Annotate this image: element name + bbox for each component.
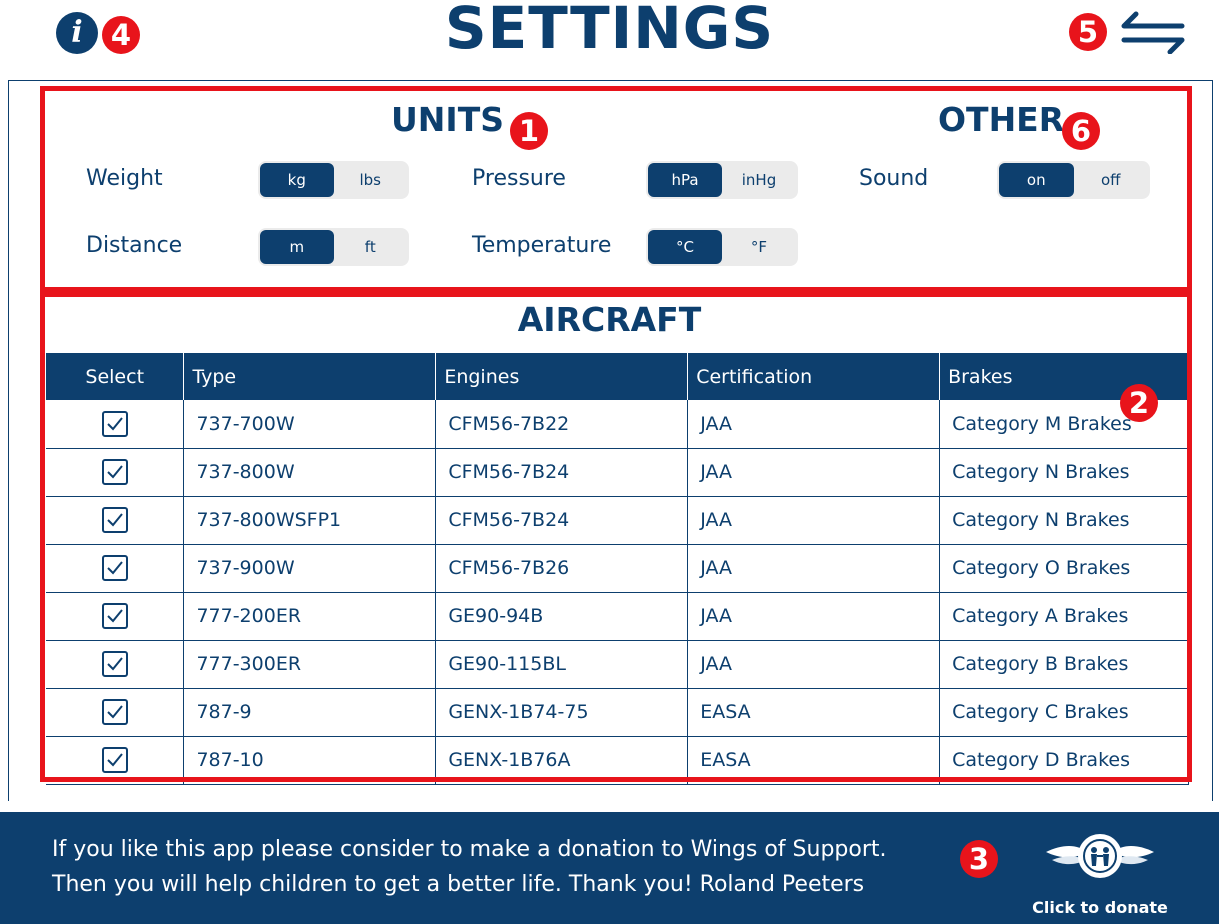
donate-button[interactable]: Click to donate (1030, 816, 1170, 922)
donate-label: Click to donate (1032, 898, 1168, 917)
temperature-option-celsius[interactable]: °C (648, 230, 722, 264)
temperature-segmented-control: °C °F (646, 228, 798, 266)
sound-option-on[interactable]: on (999, 163, 1074, 197)
other-title: OTHER (938, 100, 1065, 139)
weight-segmented-control: kg lbs (258, 161, 409, 199)
weight-option-lbs[interactable]: lbs (334, 163, 408, 197)
wings-of-support-logo (1046, 834, 1154, 878)
pressure-option-hpa[interactable]: hPa (648, 163, 722, 197)
annotation-badge-6: 6 (1062, 112, 1100, 150)
pressure-segmented-control: hPa inHg (646, 161, 798, 199)
pressure-option-inhg[interactable]: inHg (722, 163, 796, 197)
annotation-badge-1: 1 (510, 112, 548, 150)
sound-label: Sound (859, 166, 929, 191)
annotation-badge-2: 2 (1120, 384, 1158, 422)
page-title: SETTINGS (444, 0, 775, 62)
weight-option-kg[interactable]: kg (260, 163, 334, 197)
pressure-label: Pressure (472, 166, 566, 191)
donation-message-line-2: Then you will help children to get a bet… (52, 872, 865, 897)
donation-message-line-1: If you like this app please consider to … (52, 837, 887, 862)
temperature-label: Temperature (472, 233, 612, 258)
annotation-box-aircraft (40, 292, 1192, 782)
temperature-option-fahrenheit[interactable]: °F (722, 230, 796, 264)
distance-option-m[interactable]: m (260, 230, 334, 264)
distance-option-ft[interactable]: ft (334, 230, 408, 264)
distance-segmented-control: m ft (258, 228, 409, 266)
weight-label: Weight (86, 166, 163, 191)
sound-option-off[interactable]: off (1074, 163, 1149, 197)
donation-message: If you like this app please consider to … (52, 832, 887, 902)
donation-footer: If you like this app please consider to … (0, 812, 1219, 924)
units-title: UNITS (391, 100, 504, 139)
annotation-badge-3: 3 (960, 840, 998, 878)
swap-arrows-icon[interactable] (1118, 10, 1188, 54)
sound-segmented-control: on off (997, 161, 1150, 199)
annotation-badge-5: 5 (1069, 13, 1107, 51)
distance-label: Distance (86, 233, 183, 258)
